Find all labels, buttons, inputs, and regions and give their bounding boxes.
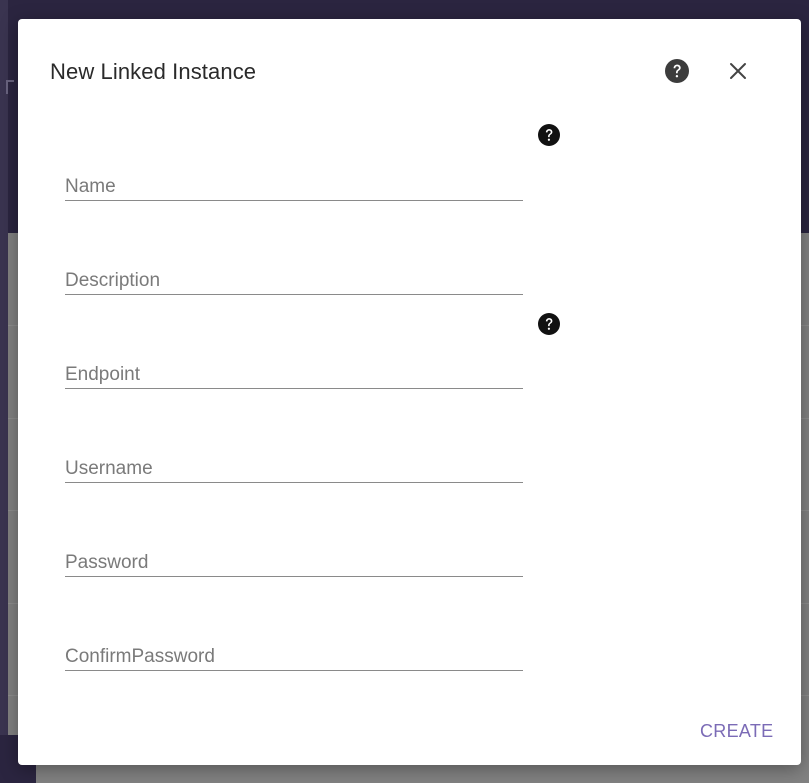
confirm-password-input[interactable] (65, 627, 523, 671)
close-icon[interactable] (727, 60, 749, 82)
password-input[interactable] (65, 533, 523, 577)
username-input[interactable] (65, 439, 523, 483)
name-field (65, 157, 523, 203)
help-icon[interactable] (665, 59, 689, 83)
username-field (65, 439, 523, 485)
create-button[interactable]: CREATE (694, 717, 779, 746)
description-input[interactable] (65, 251, 523, 295)
name-input[interactable] (65, 157, 523, 201)
name-help-icon[interactable] (538, 124, 560, 146)
confirm-password-field (65, 627, 523, 673)
dialog-title: New Linked Instance (50, 59, 257, 84)
background-sidebar (0, 0, 8, 783)
description-field (65, 251, 523, 297)
endpoint-field (65, 345, 523, 391)
background-glyph (6, 80, 14, 94)
new-linked-instance-dialog: New Linked Instance CREATE (18, 19, 801, 765)
endpoint-input[interactable] (65, 345, 523, 389)
password-field (65, 533, 523, 579)
endpoint-help-icon[interactable] (538, 313, 560, 335)
